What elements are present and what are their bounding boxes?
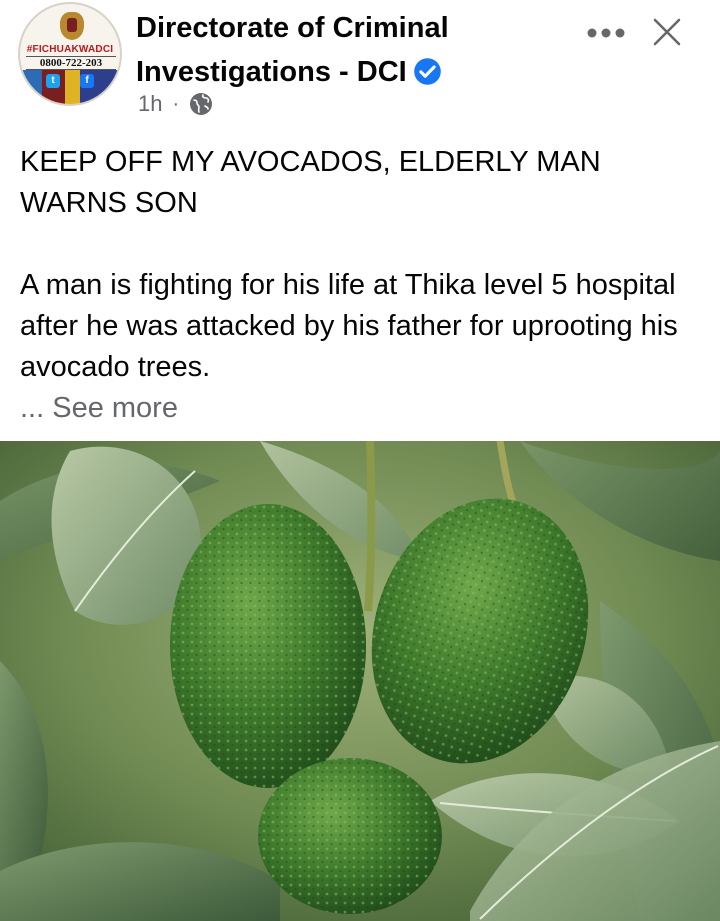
verified-badge-icon (413, 58, 441, 85)
avatar-band (20, 70, 120, 104)
avatar-hashtag: #FICHUAKWADCI (26, 44, 114, 55)
page-name: Directorate of Criminal Investigations -… (136, 12, 449, 88)
post-meta: 1h · (138, 90, 213, 118)
twitter-icon: t (46, 74, 60, 88)
post-header: #FICHUAKWADCI 0800-722-203 t f Directora… (0, 0, 720, 130)
see-more-link[interactable]: ... See more (20, 388, 700, 429)
post-paragraph: A man is fighting for his life at Thika … (20, 269, 678, 383)
avatar-phone: 0800-722-203 (26, 56, 116, 70)
post-text: KEEP OFF MY AVOCADOS, ELDERLY MAN WARNS … (20, 142, 700, 429)
post-headline: KEEP OFF MY AVOCADOS, ELDERLY MAN WARNS … (20, 146, 601, 219)
avocado-photo (0, 441, 720, 921)
more-horizontal-icon[interactable] (584, 20, 628, 46)
close-icon[interactable] (650, 15, 684, 49)
post-photo[interactable] (0, 441, 720, 921)
page-avatar[interactable]: #FICHUAKWADCI 0800-722-203 t f (18, 2, 122, 106)
meta-separator: · (172, 92, 180, 115)
globe-icon[interactable] (189, 92, 213, 116)
facebook-icon: f (80, 74, 94, 88)
page-name-link[interactable]: Directorate of Criminal Investigations -… (136, 6, 556, 94)
post-timestamp[interactable]: 1h (138, 91, 162, 117)
dci-crest-icon (60, 12, 84, 40)
